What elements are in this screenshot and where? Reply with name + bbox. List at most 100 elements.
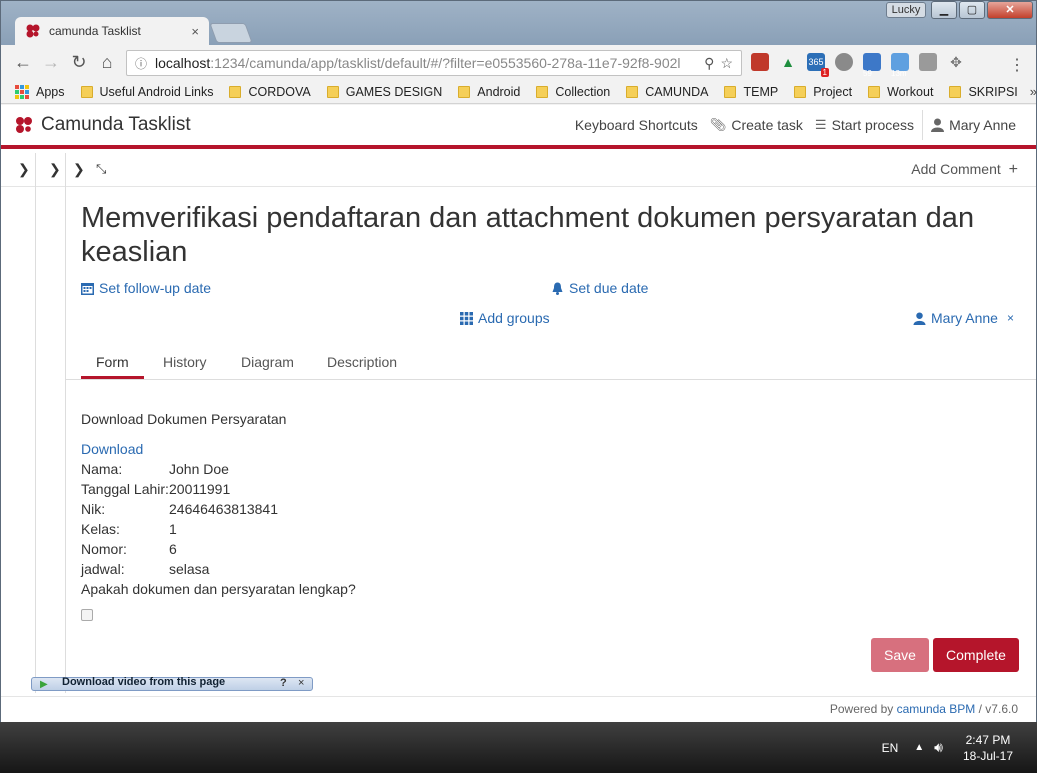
tab-form[interactable]: Form — [96, 354, 129, 370]
field-value: 6 — [169, 541, 177, 557]
folder-icon — [724, 85, 737, 98]
field-value: 1 — [169, 521, 177, 537]
start-process-link[interactable]: ☰ Start process — [809, 117, 920, 133]
create-task-label: Create task — [731, 117, 803, 133]
extension-wifi-icon[interactable]: 59 — [863, 53, 881, 78]
tab-close-icon[interactable]: × — [191, 24, 199, 39]
expand-task-chevron-icon[interactable]: ❯ — [73, 161, 85, 178]
task-subbar: ❯ ❯ ❯ ⤡ Add Comment + — [1, 153, 1036, 187]
expand-filters-chevron-icon[interactable]: ❯ — [18, 161, 30, 178]
keyboard-shortcuts-link[interactable]: Keyboard Shortcuts — [569, 117, 704, 133]
download-link[interactable]: Download — [81, 441, 143, 457]
help-icon[interactable]: ? — [280, 677, 287, 689]
extension-365-icon[interactable]: 365 1 — [807, 53, 829, 77]
bookmark-folder[interactable]: GAMES DESIGN — [326, 85, 442, 99]
expand-list-chevron-icon[interactable]: ❯ — [49, 161, 61, 178]
bookmark-apps[interactable]: Apps — [15, 84, 65, 99]
save-button[interactable]: Save — [871, 638, 929, 672]
chrome-menu-icon[interactable]: ⋮ — [1009, 55, 1025, 75]
extension-book-icon[interactable] — [751, 53, 769, 71]
play-icon: ▶ — [40, 679, 48, 690]
minimize-button[interactable]: ▁ — [931, 1, 957, 19]
bookmark-folder[interactable]: Workout — [868, 85, 933, 99]
home-icon[interactable]: ⌂ — [93, 52, 121, 73]
google-drive-icon[interactable]: ▲ — [779, 53, 797, 71]
address-bar[interactable]: ⓘ localhost :1234/camunda/app/tasklist/d… — [126, 50, 742, 76]
bookmarks-overflow-icon[interactable]: » — [1030, 84, 1037, 99]
user-name: Mary Anne — [949, 117, 1016, 133]
window-close-button[interactable]: ✕ — [987, 1, 1033, 19]
page-info-icon[interactable]: ⓘ — [135, 55, 149, 72]
bookmark-folder[interactable]: Android — [458, 85, 520, 99]
user-menu[interactable]: Mary Anne — [925, 117, 1022, 133]
title-bar: camunda Tasklist × Lucky ▁ ▢ ✕ — [1, 1, 1036, 45]
complete-button[interactable]: Complete — [933, 638, 1019, 672]
paperclip-icon: 📎︎ — [709, 117, 727, 132]
bookmark-folder[interactable]: Collection — [536, 85, 610, 99]
list-icon: ☰ — [814, 117, 827, 132]
volume-icon[interactable]: 🔊︎ — [934, 739, 943, 756]
bookmark-folder[interactable]: CAMUNDA — [626, 85, 708, 99]
collapse-arrows-icon[interactable]: ⤡ — [96, 161, 106, 177]
key-icon[interactable]: ⚲ — [704, 55, 714, 72]
extension-globe-icon[interactable] — [835, 53, 853, 71]
add-comment-button[interactable]: Add Comment + — [911, 161, 1018, 179]
add-groups-link[interactable]: Add groups — [460, 310, 550, 326]
follow-up-label: Set follow-up date — [99, 280, 212, 296]
tab-diagram[interactable]: Diagram — [241, 354, 294, 370]
extension-shield-icon[interactable] — [919, 53, 937, 71]
bookmark-folder[interactable]: TEMP — [724, 85, 778, 99]
bookmark-label: Useful Android Links — [99, 84, 214, 99]
field-label: Nik: — [81, 501, 106, 517]
form-field-row: Tanggal Lahir:20011991 — [81, 481, 230, 497]
bookmark-label: Collection — [555, 84, 611, 99]
browser-tab[interactable]: camunda Tasklist × — [15, 17, 209, 45]
extension-timer-icon[interactable]: 13m — [891, 53, 909, 78]
form-field-row: Kelas: 1 — [81, 521, 177, 537]
app-navbar: Camunda Tasklist Keyboard Shortcuts 📎︎ C… — [1, 105, 1036, 149]
profile-button[interactable]: Lucky — [886, 2, 926, 18]
completeness-question: Apakah dokumen dan persyaratan lengkap? — [81, 581, 356, 597]
show-hidden-icons-icon[interactable]: ▲ — [914, 742, 924, 753]
reload-icon[interactable]: ↻ — [65, 52, 93, 73]
folder-icon — [326, 85, 339, 98]
tab-title: camunda Tasklist — [49, 24, 141, 38]
forward-arrow-icon[interactable]: → — [37, 52, 65, 73]
extension-icons: ▲ 365 1 59 13m ✥ — [751, 53, 965, 78]
url-host: localhost — [155, 55, 211, 71]
assignee-link[interactable]: Mary Anne — [913, 310, 998, 326]
set-due-date-link[interactable]: Set due date — [551, 280, 648, 296]
field-label: Nomor: — [81, 541, 127, 557]
create-task-link[interactable]: 📎︎ Create task — [704, 117, 809, 133]
remove-assignee-icon[interactable]: × — [1007, 311, 1014, 325]
extension-move-icon[interactable]: ✥ — [947, 53, 965, 71]
new-tab-button[interactable] — [209, 23, 253, 43]
camunda-bpm-link[interactable]: camunda BPM — [897, 702, 976, 716]
bookmark-folder[interactable]: Useful Android Links — [80, 84, 214, 99]
set-follow-up-date-link[interactable]: Set follow-up date — [81, 280, 211, 296]
field-label: jadwal: — [81, 561, 125, 577]
ext-365-badge: 1 — [820, 68, 829, 77]
brand[interactable]: Camunda Tasklist — [15, 114, 191, 136]
bookmark-folder[interactable]: SKRIPSI — [949, 85, 1018, 99]
back-arrow-icon[interactable]: ← — [9, 52, 37, 73]
close-icon[interactable]: × — [298, 677, 304, 689]
bookmark-label: Project — [813, 84, 853, 99]
tab-history[interactable]: History — [163, 354, 207, 370]
bookmark-star-icon[interactable]: ☆ — [720, 55, 733, 72]
bookmark-folder[interactable]: CORDOVA — [229, 85, 311, 99]
tab-description[interactable]: Description — [327, 354, 397, 370]
language-indicator[interactable]: EN — [882, 741, 899, 755]
clock[interactable]: 2:47 PM 18-Jul-17 — [963, 732, 1013, 764]
completeness-checkbox[interactable] — [81, 609, 93, 621]
form-field-row: Nomor: 6 — [81, 541, 177, 557]
camunda-favicon-icon — [26, 24, 40, 38]
bookmark-folder[interactable]: Project — [794, 85, 852, 99]
download-helper-bar[interactable]: ▶ Download video from this page ? × — [31, 676, 313, 691]
assignee-name: Mary Anne — [931, 310, 998, 326]
field-label: Nama: — [81, 461, 123, 477]
navbar-divider — [922, 110, 924, 140]
browser-window: camunda Tasklist × Lucky ▁ ▢ ✕ ← → ↻ ⌂ ⓘ… — [0, 0, 1037, 722]
folder-icon — [868, 85, 881, 98]
maximize-button[interactable]: ▢ — [959, 1, 985, 19]
